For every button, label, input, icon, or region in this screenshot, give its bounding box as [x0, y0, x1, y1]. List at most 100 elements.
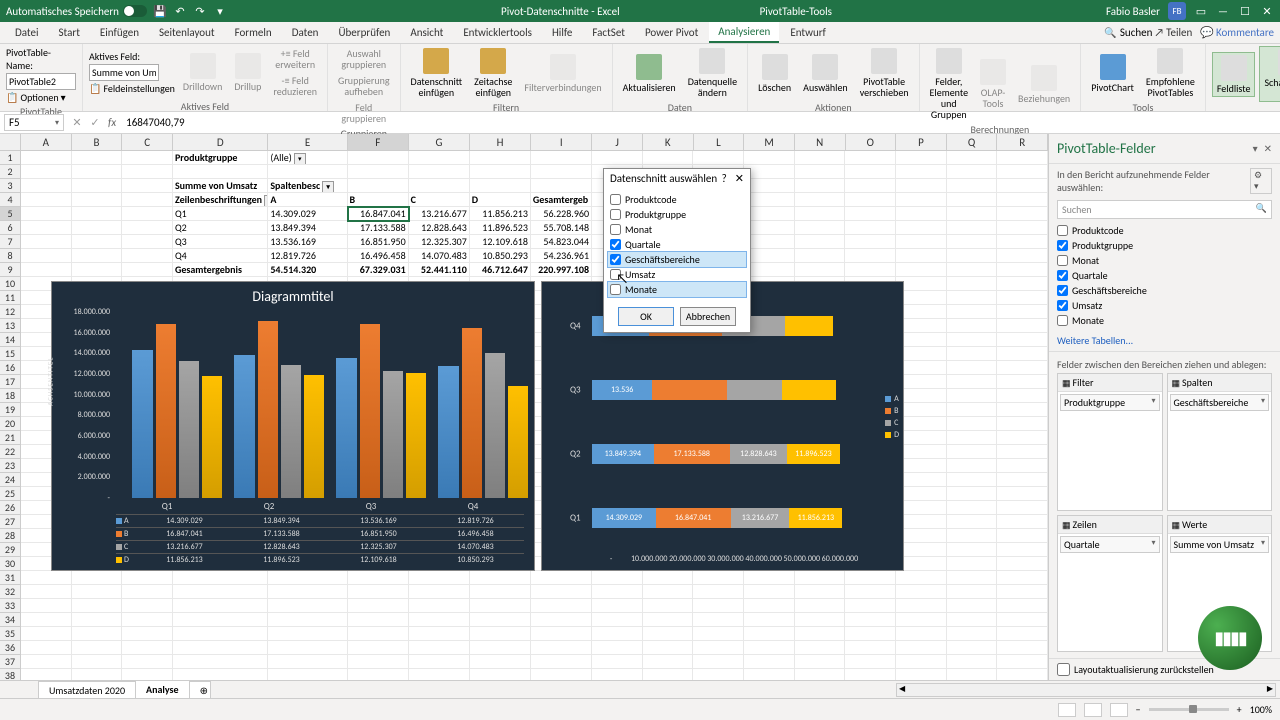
active-field-input[interactable] — [89, 64, 159, 81]
tab-seitenlayout[interactable]: Seitenlayout — [150, 23, 224, 42]
move-pt-button[interactable]: PivotTable verschieben — [856, 46, 913, 100]
col-header[interactable]: D — [173, 134, 269, 150]
share-button[interactable]: Teilen — [1154, 26, 1192, 39]
view-pagebreak-icon[interactable] — [1110, 703, 1128, 717]
refresh-button[interactable]: Aktualisieren — [619, 52, 680, 95]
col-header[interactable]: K — [643, 134, 694, 150]
clear-button[interactable]: Löschen — [754, 52, 795, 95]
select-button[interactable]: Auswählen — [799, 52, 852, 95]
tab-powerpivot[interactable]: Power Pivot — [636, 23, 707, 42]
insert-timeline-button[interactable]: Zeitachse einfügen — [470, 46, 516, 100]
col-header[interactable]: O — [846, 134, 897, 150]
tab-formeln[interactable]: Formeln — [226, 23, 281, 42]
tab-analysieren[interactable]: Analysieren — [709, 22, 779, 43]
pane-close-icon[interactable]: ✕ — [1264, 142, 1272, 155]
tab-entwurf[interactable]: Entwurf — [781, 23, 835, 42]
enter-formula-icon[interactable]: ✓ — [86, 116, 104, 129]
col-header[interactable]: L — [694, 134, 745, 150]
sheet-tab[interactable]: Umsatzdaten 2020 — [38, 681, 136, 699]
area-filter[interactable]: Filter Produktgruppe — [1057, 373, 1163, 511]
area-item[interactable]: Quartale — [1060, 536, 1160, 553]
slicer-field-option[interactable]: Monat — [608, 222, 746, 237]
maximize-icon[interactable]: ☐ — [1238, 4, 1252, 18]
tab-einfuegen[interactable]: Einfügen — [91, 23, 148, 42]
pivotchart-button[interactable]: PivotChart — [1087, 52, 1138, 95]
tab-factset[interactable]: FactSet — [583, 23, 634, 42]
area-columns[interactable]: Spalten Geschäftsbereiche — [1167, 373, 1273, 511]
ribbon-options-icon[interactable]: ▭ — [1194, 4, 1208, 18]
slicer-field-option[interactable]: Produktgruppe — [608, 207, 746, 222]
qat-customize-icon[interactable]: ▾ — [213, 4, 227, 18]
minimize-icon[interactable]: — — [1216, 4, 1230, 18]
tell-me-search[interactable]: Suchen — [1104, 26, 1152, 39]
tab-start[interactable]: Start — [50, 23, 89, 42]
col-header[interactable]: Q — [947, 134, 998, 150]
field-list-item[interactable]: Monat — [1057, 253, 1272, 268]
view-normal-icon[interactable] — [1058, 703, 1076, 717]
area-item[interactable]: Geschäftsbereiche — [1170, 394, 1270, 411]
tab-entwicklertools[interactable]: Entwicklertools — [454, 23, 541, 42]
zoom-out-icon[interactable]: − — [1136, 703, 1141, 716]
horizontal-scrollbar[interactable] — [896, 683, 1276, 697]
slicer-field-option[interactable]: Quartale — [608, 237, 746, 252]
col-header[interactable]: F — [348, 134, 409, 150]
field-list-item[interactable]: Umsatz — [1057, 298, 1272, 313]
field-list-item[interactable]: Monate — [1057, 313, 1272, 328]
view-pagelayout-icon[interactable] — [1084, 703, 1102, 717]
pivot-chart-bar[interactable]: Diagrammtitel 18.000.00016.000.00014.000… — [51, 281, 535, 571]
field-search[interactable]: Suchen — [1057, 200, 1272, 219]
col-header[interactable]: R — [997, 134, 1048, 150]
save-icon[interactable]: 💾 — [153, 4, 167, 18]
slicer-field-option[interactable]: Monate — [608, 282, 746, 297]
pane-layout-button[interactable]: ⚙ ▾ — [1250, 168, 1272, 194]
undo-icon[interactable]: ↶ — [173, 4, 187, 18]
dialog-ok-button[interactable]: OK — [618, 307, 674, 326]
tab-datei[interactable]: Datei — [6, 23, 48, 42]
zoom-slider[interactable] — [1149, 708, 1229, 711]
user-name[interactable]: Fabio Basler — [1106, 5, 1160, 18]
more-tables-link[interactable]: Weitere Tabellen... — [1049, 330, 1280, 351]
defer-layout-checkbox[interactable] — [1057, 663, 1070, 676]
col-header[interactable]: G — [409, 134, 470, 150]
close-icon[interactable]: ✕ — [1260, 4, 1274, 18]
field-list-item[interactable]: Produktgruppe — [1057, 238, 1272, 253]
dialog-close-icon[interactable]: ✕ — [735, 172, 744, 185]
field-list-item[interactable]: Produktcode — [1057, 223, 1272, 238]
tab-daten[interactable]: Daten — [283, 23, 328, 42]
insert-slicer-button[interactable]: Datenschnitt einfügen — [407, 46, 467, 100]
tab-ansicht[interactable]: Ansicht — [401, 23, 452, 42]
area-item[interactable]: Produktgruppe — [1060, 394, 1160, 411]
field-list-item[interactable]: Geschäftsbereiche — [1057, 283, 1272, 298]
field-list-item[interactable]: Quartale — [1057, 268, 1272, 283]
redo-icon[interactable]: ↷ — [193, 4, 207, 18]
user-avatar[interactable]: FB — [1168, 2, 1186, 20]
slicer-field-option[interactable]: Geschäftsbereiche — [608, 252, 746, 267]
col-header[interactable]: M — [744, 134, 795, 150]
select-all-corner[interactable] — [0, 134, 21, 150]
tab-ueberpruefen[interactable]: Überprüfen — [329, 23, 399, 42]
autosave-toggle[interactable]: Automatisches Speichern — [6, 5, 147, 18]
grid[interactable]: A B C D E F G H I J K L M N O P Q R 1Pro… — [0, 134, 1048, 680]
col-header[interactable]: P — [896, 134, 947, 150]
fx-icon[interactable]: fx — [104, 116, 120, 129]
col-header[interactable]: A — [21, 134, 72, 150]
name-box[interactable]: F5 — [4, 114, 64, 131]
recommended-pt-button[interactable]: Empfohlene PivotTables — [1142, 46, 1199, 100]
col-header[interactable]: H — [470, 134, 531, 150]
dialog-help-icon[interactable]: ? — [722, 172, 727, 185]
slicer-field-option[interactable]: Produktcode — [608, 192, 746, 207]
pt-name-input[interactable] — [6, 73, 76, 90]
col-header[interactable]: I — [531, 134, 592, 150]
tab-hilfe[interactable]: Hilfe — [543, 23, 581, 42]
formula-input[interactable]: 16847040,79 — [120, 116, 1280, 129]
slicer-field-option[interactable]: Umsatz — [608, 267, 746, 282]
area-item[interactable]: Summe von Umsatz — [1170, 536, 1270, 553]
buttons-toggle[interactable]: Schaltflächen +/- — [1259, 46, 1280, 102]
col-header[interactable]: E — [268, 134, 347, 150]
sheet-tab[interactable]: Analyse — [135, 680, 190, 700]
fields-items-button[interactable]: Felder, Elemente und Gruppen — [926, 46, 972, 122]
fieldlist-button[interactable]: Feldliste — [1212, 52, 1256, 97]
pane-dropdown-icon[interactable]: ▾ — [1253, 142, 1258, 155]
zoom-in-icon[interactable]: + — [1237, 703, 1242, 716]
field-settings-button[interactable]: 📋 Feldeinstellungen — [89, 82, 175, 95]
